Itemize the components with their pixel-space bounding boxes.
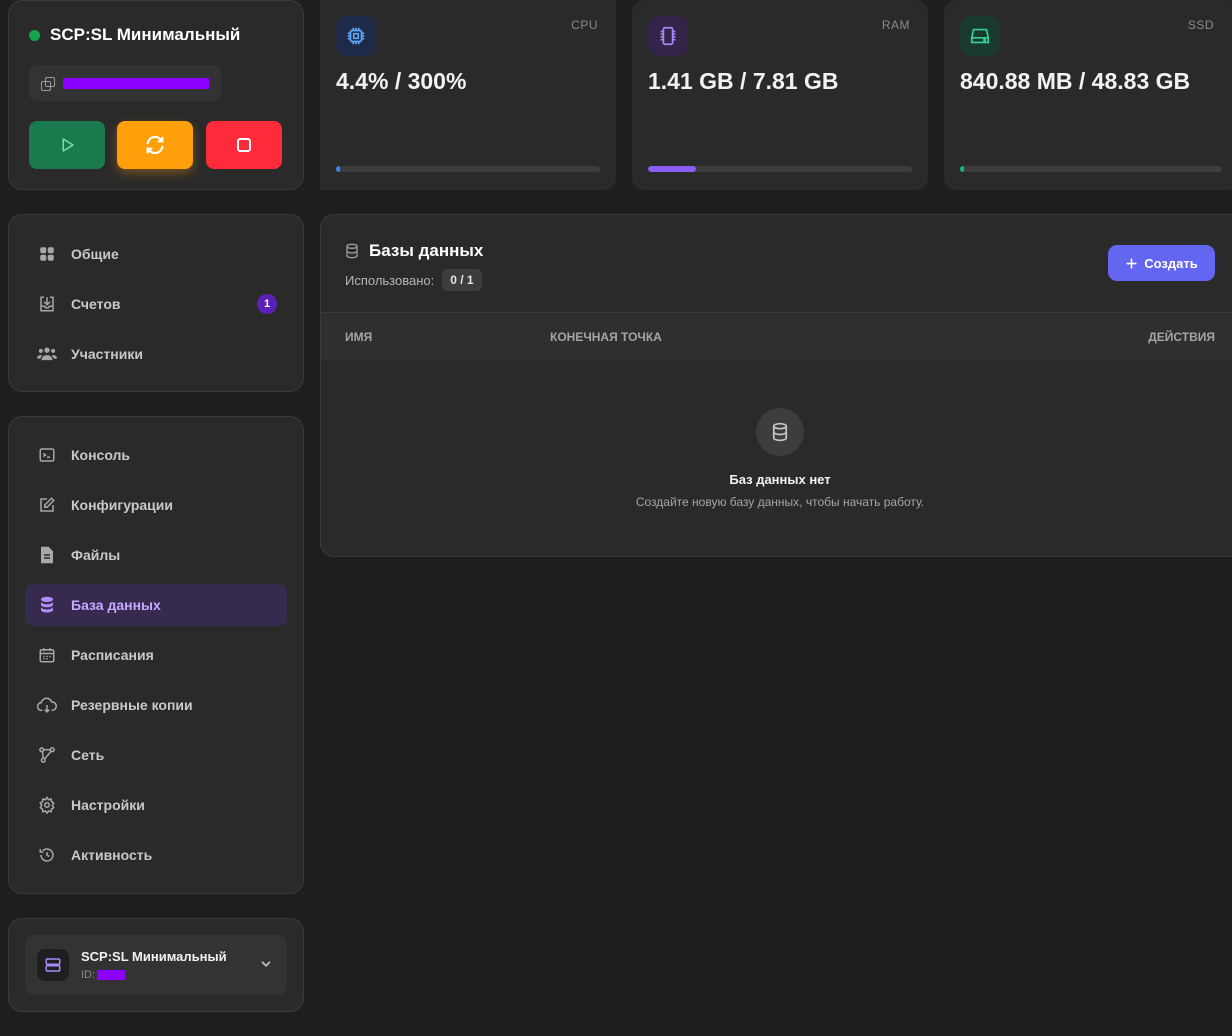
ssd-usage-fill [960,166,965,172]
sidebar-item-label: Расписания [71,647,154,663]
sidebar-item-console[interactable]: Консоль [25,434,287,476]
calendar-icon [37,645,57,665]
play-icon [62,138,74,152]
server-switcher-name: SCP:SL Минимальный [81,949,227,964]
table-header: ИМЯ КОНЕЧНАЯ ТОЧКА ДЕЙСТВИЯ [321,312,1232,360]
sidebar-main-nav: Консоль Конфигурации Файлы База данных Р… [8,416,304,894]
cpu-stat-card: CPU 4.4% / 300% [320,0,616,190]
server-id-label: ID: [81,969,96,981]
restart-button[interactable] [117,121,193,169]
sidebar-item-label: Настройки [71,797,145,813]
chevron-down-icon[interactable] [259,957,273,971]
notification-badge: 1 [257,294,277,314]
sidebar-item-backups[interactable]: Резервные копии [25,684,287,726]
file-icon [37,545,57,565]
database-icon [772,422,788,442]
sidebar-item-configurations[interactable]: Конфигурации [25,484,287,526]
sidebar-item-network[interactable]: Сеть [25,734,287,776]
databases-panel: Базы данных Использовано: 0 / 1 Создать … [320,214,1232,557]
ram-stat-card: RAM 1.41 GB / 7.81 GB [632,0,928,190]
network-icon [37,745,57,765]
create-database-button[interactable]: Создать [1108,245,1215,281]
create-label: Создать [1144,255,1198,271]
ssd-label: SSD [1187,18,1214,32]
column-header-name: ИМЯ [345,330,373,344]
download-box-icon [37,294,57,314]
sidebar-item-settings[interactable]: Настройки [25,784,287,826]
ssd-icon [960,16,1000,56]
refresh-icon [146,135,164,155]
sidebar-item-schedules[interactable]: Расписания [25,634,287,676]
sidebar-item-label: Конфигурации [71,497,173,513]
databases-title: Базы данных [369,241,484,260]
server-id-redacted [97,970,126,980]
usage-info: Использовано: 0 / 1 [345,269,482,291]
server-icon [37,949,69,981]
server-switcher[interactable]: SCP:SL Минимальный ID: [25,935,287,995]
gear-icon [37,795,57,815]
ram-value: 1.41 GB / 7.81 GB [648,68,839,94]
usage-badge: 0 / 1 [442,269,482,291]
ram-usage-fill [648,166,696,172]
cpu-label: CPU [571,18,598,32]
cloud-backup-icon [37,695,57,715]
sidebar-item-label: Сеть [71,747,105,763]
database-icon [37,595,57,615]
stop-button[interactable] [206,121,282,169]
sidebar-item-label: Файлы [71,547,121,563]
ssd-usage-bar [960,166,1222,172]
server-id: ID: [81,969,126,981]
history-icon [37,845,57,865]
database-icon [346,243,358,259]
empty-state-title: Баз данных нет [729,472,831,487]
sidebar-item-label: Консоль [71,447,131,463]
sidebar-item-accounts[interactable]: Счетов 1 [25,283,287,325]
status-dot [29,29,40,41]
sidebar-item-label: Активность [71,847,153,863]
sidebar-item-label: База данных [71,597,161,613]
ram-icon [648,16,688,56]
ram-label: RAM [881,18,910,32]
server-switcher-panel: SCP:SL Минимальный ID: [8,918,304,1012]
ssd-value: 840.88 MB / 48.83 GB [960,68,1191,94]
sidebar-item-database[interactable]: База данных [25,584,287,626]
empty-state-icon [756,408,804,456]
terminal-icon [37,445,57,465]
sidebar-item-members[interactable]: Участники [25,333,287,375]
sidebar-item-activity[interactable]: Активность [25,834,287,876]
sidebar-item-general[interactable]: Общие [25,233,287,275]
sidebar-item-label: Счетов [71,296,121,312]
edit-icon [37,495,57,515]
column-header-endpoint: КОНЕЧНАЯ ТОЧКА [550,330,662,344]
server-title: SCP:SL Минимальный [29,25,240,45]
grid-icon [37,244,57,264]
cpu-icon [336,16,376,56]
column-header-actions: ДЕЙСТВИЯ [1148,330,1215,344]
sidebar-top-nav: Общие Счетов 1 Участники [8,214,304,392]
server-address-redacted [63,77,209,89]
cpu-value: 4.4% / 300% [336,68,467,94]
ssd-stat-card: SSD 840.88 MB / 48.83 GB [944,0,1232,190]
usage-label: Использовано: [345,272,435,288]
sidebar-item-label: Участники [71,346,143,362]
users-icon [37,344,57,364]
plus-icon [1126,257,1137,269]
sidebar-item-label: Общие [71,246,119,262]
page-title: Базы данных [345,241,483,261]
server-address-box[interactable] [29,65,221,101]
server-card: SCP:SL Минимальный [8,0,304,190]
server-name: SCP:SL Минимальный [50,25,241,44]
sidebar-item-label: Резервные копии [71,697,193,713]
empty-state-subtitle: Создайте новую базу данных, чтобы начать… [635,495,925,509]
sidebar-item-files[interactable]: Файлы [25,534,287,576]
start-button[interactable] [29,121,105,169]
stop-icon [237,138,251,152]
ram-usage-bar [648,166,912,172]
copy-icon[interactable] [41,77,55,91]
cpu-usage-bar [336,166,600,172]
cpu-usage-fill [336,166,340,172]
